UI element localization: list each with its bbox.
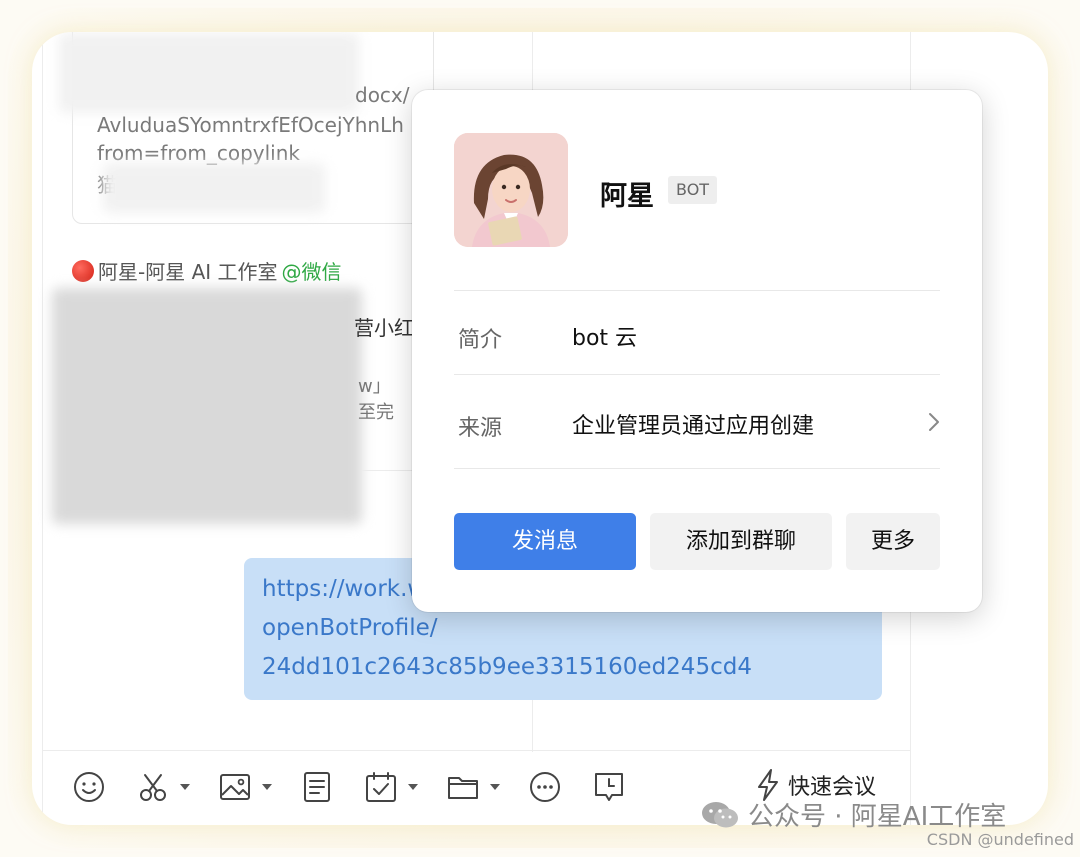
message-fragment: 营小红 — [354, 316, 414, 340]
link-card-line: from=from_copylink — [97, 141, 300, 165]
link-text[interactable]: openBotProfile/ — [262, 615, 438, 641]
message-card-border — [362, 470, 414, 471]
document-icon[interactable] — [300, 770, 334, 804]
message-sender[interactable]: 阿星-阿星 AI 工作室 @微信 — [72, 256, 342, 285]
bot-profile-popup: 阿星 BOT 简介 bot 云 来源 企业管理员通过应用创建 发消息 添加到群聊… — [412, 90, 982, 612]
intro-label: 简介 — [458, 328, 503, 353]
composer-divider — [42, 750, 910, 751]
screenshot-options-caret[interactable] — [180, 784, 190, 790]
image-options-caret[interactable] — [262, 784, 272, 790]
source-value[interactable]: 企业管理员通过应用创建 — [572, 408, 814, 440]
more-icon[interactable] — [528, 770, 562, 804]
emoji-icon[interactable] — [72, 770, 106, 804]
more-button[interactable]: 更多 — [846, 513, 940, 570]
popup-divider — [454, 468, 940, 469]
message-fragment: w」 — [358, 376, 391, 397]
csdn-watermark: CSDN @undefined — [926, 830, 1074, 849]
message-clock-icon[interactable] — [592, 770, 626, 804]
bot-badge: BOT — [668, 176, 718, 204]
wechat-icon — [702, 801, 738, 827]
left-border — [42, 32, 43, 825]
avatar-image — [454, 133, 568, 247]
sender-name: 阿星-阿星 AI 工作室 — [98, 260, 278, 284]
send-message-button[interactable]: 发消息 — [454, 513, 636, 570]
add-to-group-button[interactable]: 添加到群聊 — [650, 513, 832, 570]
image-icon[interactable] — [218, 770, 252, 804]
link-card-line: AvluduaSYomntrxfEfOcejYhnLh — [97, 113, 404, 137]
sender-avatar — [72, 259, 94, 282]
blurred-region — [103, 163, 325, 213]
link-card-line: docx/ — [355, 83, 410, 107]
link-text[interactable]: 24dd101c2643c85b9ee3315160ed245cd4 — [262, 654, 752, 680]
wechat-watermark: 公众号 · 阿星AI工作室 — [700, 796, 1006, 833]
source-label: 来源 — [458, 416, 503, 441]
popup-divider — [454, 290, 940, 291]
blurred-message — [52, 288, 362, 524]
popup-divider — [454, 374, 940, 375]
intro-value: bot 云 — [572, 326, 638, 351]
folder-options-caret[interactable] — [490, 784, 500, 790]
sender-source: @微信 — [281, 260, 342, 284]
calendar-options-caret[interactable] — [408, 784, 418, 790]
message-fragment: 至完 — [358, 402, 394, 423]
link-card-message[interactable]: docx/ AvluduaSYomntrxfEfOcejYhnLh from=f… — [59, 32, 434, 224]
chevron-right-icon[interactable] — [928, 412, 940, 432]
scissors-icon[interactable] — [136, 770, 170, 804]
folder-icon[interactable] — [446, 770, 480, 804]
calendar-check-icon[interactable] — [364, 770, 398, 804]
link-text[interactable]: https://work.w — [262, 576, 426, 602]
wechat-watermark-text: 公众号 · 阿星AI工作室 — [748, 802, 1007, 832]
bot-name: 阿星 — [600, 181, 654, 212]
bot-avatar[interactable] — [454, 133, 568, 247]
blurred-region — [59, 33, 359, 113]
